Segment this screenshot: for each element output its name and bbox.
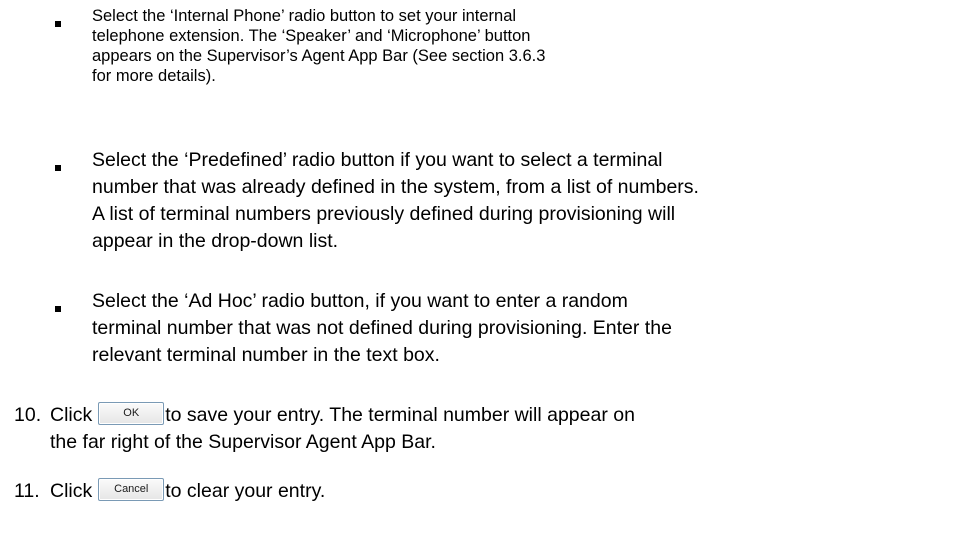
step-number: 11. xyxy=(14,480,40,502)
text-line: Select the ‘Ad Hoc’ radio button, if you… xyxy=(92,290,628,312)
bullet-item-internal-phone: Select the ‘Internal Phone’ radio button… xyxy=(92,6,545,86)
step-click-label: Click xyxy=(50,404,93,426)
step-10-line-1: Click OK to save your entry. The terminal … xyxy=(50,402,635,429)
step-10-line-2: the far right of the Supervisor Agent Ap… xyxy=(50,431,436,453)
text-line: Select the ‘Predefined’ radio button if … xyxy=(92,149,663,171)
ok-button[interactable]: OK xyxy=(98,402,165,426)
step-text-after: to clear your entry. xyxy=(165,480,326,502)
step-number: 10. xyxy=(14,404,42,426)
text-line: appear in the drop-down list. xyxy=(92,230,339,252)
step-11-text: Click Cancel to clear your entry. xyxy=(50,478,325,505)
text-line: relevant terminal number in the text box… xyxy=(92,344,440,366)
step-11-line-1: Click Cancel to clear your entry. xyxy=(50,478,325,505)
text-line: telephone extension. The ‘Speaker’ and ‘… xyxy=(92,27,531,45)
cancel-button[interactable]: Cancel xyxy=(98,478,165,502)
bullet-item-predefined: Select the ‘Predefined’ radio button if … xyxy=(92,147,699,255)
bullet-marker xyxy=(55,158,67,174)
text-line: number that was already defined in the s… xyxy=(92,176,699,198)
step-click-label: Click xyxy=(50,480,93,502)
step-10-text: Click OK to save your entry. The terminal … xyxy=(50,402,635,456)
text-line: appears on the Supervisor’s Agent App Ba… xyxy=(92,47,546,65)
step-text-after: to save your entry. The terminal number … xyxy=(165,404,635,426)
bullet-marker xyxy=(55,14,67,30)
text-line: Select the ‘Internal Phone’ radio button… xyxy=(92,7,517,25)
bullet-item-ad-hoc: Select the ‘Ad Hoc’ radio button, if you… xyxy=(92,288,672,369)
text-line: for more details). xyxy=(92,67,216,85)
bullet-marker xyxy=(55,299,67,315)
text-line: A list of terminal numbers previously de… xyxy=(92,203,676,225)
text-line: terminal number that was not defined dur… xyxy=(92,317,672,339)
